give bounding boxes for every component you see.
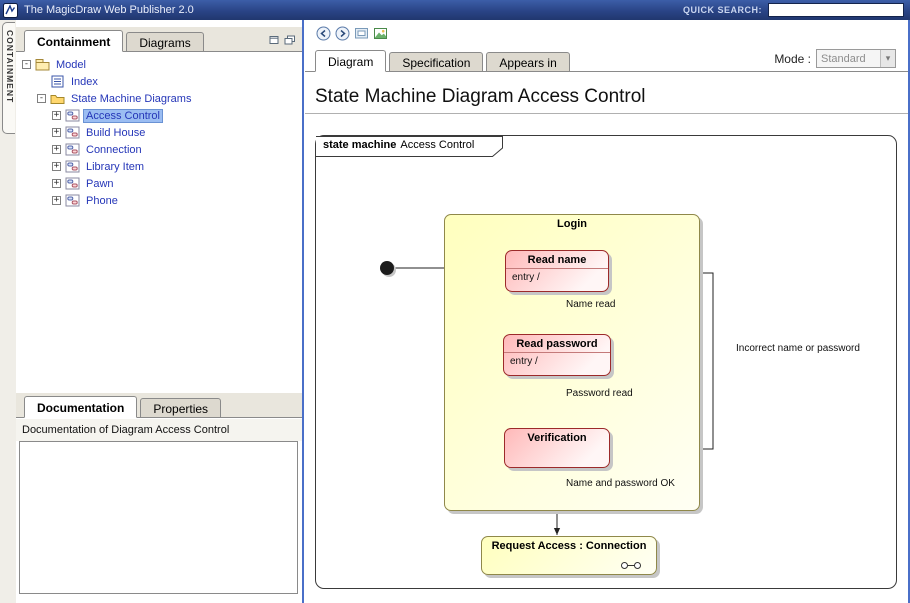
tab-appears-in[interactable]: Appears in (486, 52, 569, 72)
left-strip: CONTAINMENT (0, 20, 16, 603)
main-panel: Diagram Specification Appears in Mode : … (305, 20, 908, 603)
tab-diagrams[interactable]: Diagrams (126, 32, 203, 52)
tree-item-library-item[interactable]: + Library Item (16, 158, 302, 175)
tree-item-label-selected[interactable]: Access Control (84, 110, 162, 122)
expand-expander-icon[interactable]: + (52, 128, 61, 137)
package-icon (35, 58, 50, 71)
documentation-tab-bar: Documentation Properties (16, 393, 302, 418)
tree-item-label[interactable]: Pawn (84, 178, 116, 190)
documentation-content (19, 441, 298, 594)
state-machine-diagram-icon (65, 160, 80, 173)
frame-name-label: state machine Access Control (323, 139, 474, 151)
containment-vertical-tab[interactable]: CONTAINMENT (2, 22, 15, 134)
tree-item-index[interactable]: Index (16, 73, 302, 90)
tree-item-label[interactable]: Model (54, 59, 88, 71)
tree-item-label[interactable]: Library Item (84, 161, 146, 173)
frame-keyword: state machine (323, 139, 396, 151)
tree-item-build-house[interactable]: + Build House (16, 124, 302, 141)
heading-divider (305, 113, 908, 114)
initial-state-node[interactable] (380, 261, 394, 275)
state-title: Read name (506, 251, 608, 266)
state-verification[interactable]: Verification (504, 428, 610, 468)
expand-expander-icon[interactable]: + (52, 111, 61, 120)
diagram-frame: state machine Access Control Login Read n… (315, 135, 897, 589)
tab-diagram[interactable]: Diagram (315, 50, 386, 72)
expand-expander-icon[interactable]: + (52, 179, 61, 188)
chevron-down-icon[interactable]: ▾ (880, 50, 895, 67)
frame-name: Access Control (400, 139, 474, 151)
state-read-name[interactable]: Read name entry / (505, 250, 609, 292)
transition-label-incorrect: Incorrect name or password (736, 343, 860, 354)
splitter[interactable] (302, 20, 304, 603)
diagram-toolbar (316, 26, 388, 41)
minimize-panel-icon[interactable] (269, 35, 280, 45)
magicdraw-web-publisher: The MagicDraw Web Publisher 2.0 QUICK SE… (0, 0, 910, 603)
state-entry-activity: entry / (504, 353, 610, 367)
app-title: The MagicDraw Web Publisher 2.0 (24, 4, 194, 16)
tree-item-label[interactable]: Phone (84, 195, 120, 207)
expander-spacer (37, 77, 46, 86)
documentation-header: Documentation of Diagram Access Control (16, 419, 302, 441)
mode-select[interactable]: Standard ▾ (816, 49, 896, 68)
tab-containment[interactable]: Containment (24, 30, 123, 52)
containment-tree: - Model Index - State Machine Diagrams +… (16, 52, 302, 393)
mode-group: Mode : Standard ▾ (774, 49, 908, 68)
detach-panel-icon[interactable] (284, 35, 296, 45)
state-machine-diagram-icon (65, 143, 80, 156)
quick-search-label: QUICK SEARCH: (683, 5, 762, 15)
mode-label: Mode : (774, 52, 811, 66)
tree-item-label[interactable]: Index (69, 76, 100, 88)
forward-icon[interactable] (335, 26, 350, 41)
state-machine-diagram-icon (65, 109, 80, 122)
index-icon (50, 75, 65, 88)
tab-specification[interactable]: Specification (389, 52, 483, 72)
state-entry-activity: entry / (506, 269, 608, 283)
transition-label-name-password-ok: Name and password OK (566, 478, 675, 489)
state-machine-diagram-icon (65, 177, 80, 190)
tree-item-label[interactable]: State Machine Diagrams (69, 93, 193, 105)
page-title: State Machine Diagram Access Control (315, 86, 646, 108)
tree-item-phone[interactable]: + Phone (16, 192, 302, 209)
submachine-icon (620, 561, 642, 570)
transition-label-password-read: Password read (566, 388, 633, 399)
header-bar: The MagicDraw Web Publisher 2.0 QUICK SE… (0, 0, 910, 20)
state-title: Read password (504, 335, 610, 350)
tree-item-state-machine-diagrams[interactable]: - State Machine Diagrams (16, 90, 302, 107)
quick-search-input[interactable] (768, 3, 904, 17)
expand-expander-icon[interactable]: + (52, 162, 61, 171)
expand-expander-icon[interactable]: + (52, 196, 61, 205)
tree-item-pawn[interactable]: + Pawn (16, 175, 302, 192)
tree-item-model[interactable]: - Model (16, 56, 302, 73)
sidebar: Containment Diagrams - Model (16, 20, 302, 603)
tree-item-access-control[interactable]: + Access Control (16, 107, 302, 124)
magicdraw-logo (3, 3, 18, 18)
fit-to-window-icon[interactable] (354, 26, 369, 41)
folder-icon (50, 92, 65, 105)
mode-selected-value: Standard (817, 53, 880, 65)
state-machine-diagram-icon (65, 126, 80, 139)
back-icon[interactable] (316, 26, 331, 41)
collapse-expander-icon[interactable]: - (22, 60, 31, 69)
tree-item-label[interactable]: Build House (84, 127, 147, 139)
tree-item-label[interactable]: Connection (84, 144, 144, 156)
transition-label-name-read: Name read (566, 299, 615, 310)
state-read-password[interactable]: Read password entry / (503, 334, 611, 376)
export-image-icon[interactable] (373, 26, 388, 41)
expand-expander-icon[interactable]: + (52, 145, 61, 154)
state-title: Login (445, 215, 699, 230)
panel-window-controls (269, 35, 302, 51)
tab-properties[interactable]: Properties (140, 398, 221, 418)
state-title: Request Access : Connection (482, 537, 656, 552)
state-title: Verification (505, 429, 609, 444)
collapse-expander-icon[interactable]: - (37, 94, 46, 103)
tab-documentation[interactable]: Documentation (24, 396, 137, 418)
tree-item-connection[interactable]: + Connection (16, 141, 302, 158)
state-request-access[interactable]: Request Access : Connection (481, 536, 657, 575)
sidebar-tab-bar: Containment Diagrams (16, 27, 302, 52)
state-machine-diagram-icon (65, 194, 80, 207)
main-tab-bar: Diagram Specification Appears in Mode : … (305, 47, 908, 72)
